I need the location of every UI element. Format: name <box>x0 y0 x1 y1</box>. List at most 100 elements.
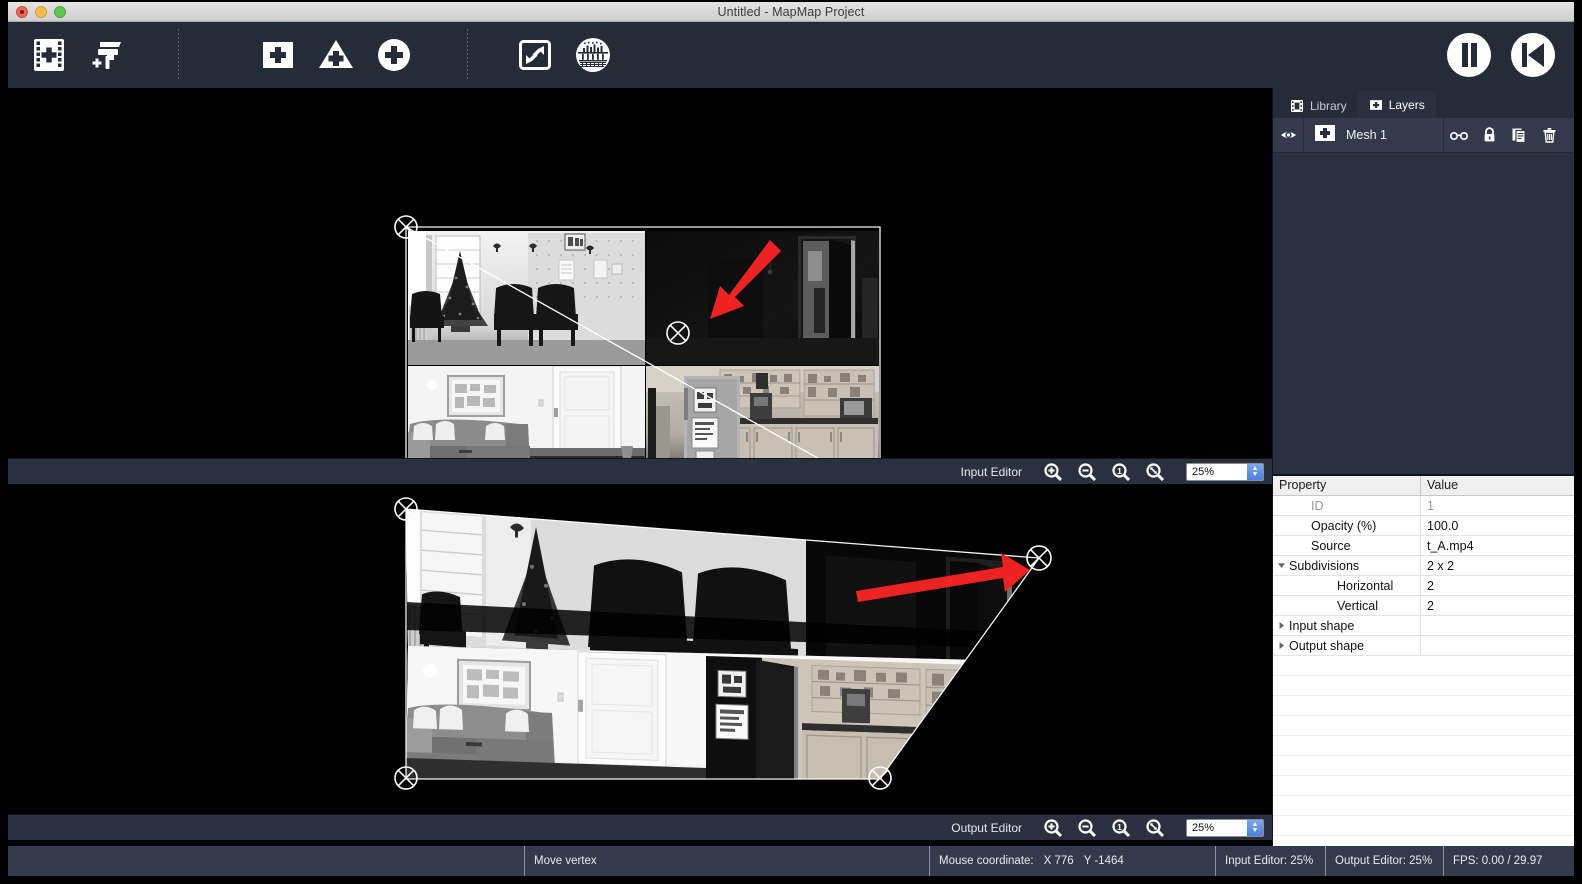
table-empty-row <box>1273 816 1574 836</box>
property-value[interactable]: 2 x 2 <box>1421 556 1574 575</box>
input-editor-label: Input Editor <box>960 464 1022 479</box>
property-table-header: Property Value <box>1273 476 1574 496</box>
input-zoom-spinbox[interactable]: 25% ▲ ▼ <box>1186 462 1264 481</box>
zoom-fit-icon[interactable] <box>1138 815 1172 841</box>
svg-text:1: 1 <box>1117 466 1122 476</box>
layer-tools <box>1444 118 1574 153</box>
pause-button[interactable] <box>1440 26 1498 84</box>
title-bar: Untitled - MapMap Project <box>8 2 1574 22</box>
input-editor-toolbar: Input Editor 1 25% ▲ ▼ <box>8 458 1272 484</box>
chevron-down-icon[interactable] <box>1273 561 1289 570</box>
film-icon <box>1290 99 1304 113</box>
duplicate-icon[interactable] <box>1504 118 1534 153</box>
status-mouse-coordinate: Mouse coordinate: X 776 Y -1464 <box>929 846 1215 876</box>
table-row[interactable]: Vertical 2 <box>1273 596 1574 616</box>
table-row[interactable]: Opacity (%) 100.0 <box>1273 516 1574 536</box>
tab-library-label: Library <box>1310 98 1347 113</box>
table-row[interactable]: Subdivisions 2 x 2 <box>1273 556 1574 576</box>
main-toolbar <box>8 22 1574 88</box>
add-triangle-button[interactable] <box>307 26 365 84</box>
test-signal-button[interactable] <box>564 26 622 84</box>
toolbar-transport <box>1440 22 1574 88</box>
table-empty-row <box>1273 796 1574 816</box>
tab-library[interactable]: Library <box>1279 93 1358 118</box>
output-editor-canvas[interactable] <box>8 484 1272 814</box>
mapmap-window: Untitled - MapMap Project Input Editor 1… <box>0 0 1582 884</box>
toolbar-separator-2 <box>467 29 468 81</box>
status-fps: FPS: 0.00 / 29.97 <box>1443 846 1574 876</box>
property-key: Opacity (%) <box>1311 518 1377 533</box>
toolbar-group-media <box>20 22 136 88</box>
input-editor-canvas[interactable] <box>8 88 1272 458</box>
value-column-header: Value <box>1427 478 1459 492</box>
table-row[interactable]: Input shape <box>1273 616 1574 636</box>
square-plus-icon <box>1369 98 1383 112</box>
right-panel: Library Layers Mesh 1 Property Value ID … <box>1272 88 1574 846</box>
table-row[interactable]: Output shape <box>1273 636 1574 656</box>
property-value[interactable]: 100.0 <box>1421 516 1574 535</box>
zoom-out-icon[interactable] <box>1070 815 1104 841</box>
toolbar-separator-1 <box>178 29 179 81</box>
window-title: Untitled - MapMap Project <box>717 4 865 19</box>
property-table: Property Value ID 1 Opacity (%) 100.0 So… <box>1273 474 1574 846</box>
table-row[interactable]: Source t_A.mp4 <box>1273 536 1574 556</box>
video-frame-q4 <box>646 366 879 458</box>
property-value[interactable]: 1 <box>1421 496 1574 515</box>
status-action: Move vertex <box>524 846 929 876</box>
svg-text:1: 1 <box>1117 822 1122 832</box>
zoom-one-to-one-icon[interactable]: 1 <box>1104 815 1138 841</box>
output-zoom-stepper[interactable]: ▲ ▼ <box>1247 819 1263 836</box>
property-key: ID <box>1311 498 1324 513</box>
tab-layers-label: Layers <box>1388 97 1425 112</box>
add-color-button[interactable] <box>78 26 136 84</box>
zoom-in-icon[interactable] <box>1036 815 1070 841</box>
table-empty-row <box>1273 736 1574 756</box>
input-zoom-stepper[interactable]: ▲ ▼ <box>1247 463 1263 480</box>
property-key: Source <box>1311 538 1351 553</box>
table-empty-row <box>1273 696 1574 716</box>
table-empty-row <box>1273 676 1574 696</box>
property-value[interactable] <box>1421 616 1574 635</box>
property-key: Vertical <box>1337 598 1378 613</box>
trash-icon[interactable] <box>1534 118 1564 153</box>
property-key: Subdivisions <box>1289 558 1360 573</box>
fullscreen-button[interactable] <box>506 26 564 84</box>
property-key: Input shape <box>1289 618 1355 633</box>
output-zoom-spinbox[interactable]: 25% ▲ ▼ <box>1186 818 1264 837</box>
add-ellipse-button[interactable] <box>365 26 423 84</box>
glasses-icon[interactable] <box>1444 118 1474 153</box>
zoom-in-icon[interactable] <box>1036 459 1070 485</box>
property-value[interactable]: 2 <box>1421 576 1574 595</box>
add-media-button[interactable] <box>20 26 78 84</box>
zoom-fit-icon[interactable] <box>1138 459 1172 485</box>
layer-name: Mesh 1 <box>1346 128 1387 142</box>
layer-row[interactable]: Mesh 1 <box>1273 117 1574 153</box>
table-row[interactable]: ID 1 <box>1273 496 1574 516</box>
table-row[interactable]: Horizontal 2 <box>1273 576 1574 596</box>
property-key: Horizontal <box>1337 578 1394 593</box>
tab-layers[interactable]: Layers <box>1357 91 1436 118</box>
toolbar-group-display <box>506 22 622 88</box>
zoom-one-to-one-icon[interactable]: 1 <box>1104 459 1138 485</box>
chevron-right-icon[interactable] <box>1273 621 1289 630</box>
mouse-coordinate-label: Mouse coordinate: <box>939 855 1034 867</box>
lock-icon[interactable] <box>1474 118 1504 153</box>
add-mesh-button[interactable] <box>249 26 307 84</box>
zoom-out-icon[interactable] <box>1070 459 1104 485</box>
property-key: Output shape <box>1289 638 1365 653</box>
eye-icon[interactable] <box>1273 128 1303 142</box>
property-value[interactable]: t_A.mp4 <box>1421 536 1574 555</box>
property-value[interactable]: 2 <box>1421 596 1574 615</box>
table-empty-row <box>1273 716 1574 736</box>
chevron-right-icon[interactable] <box>1273 641 1289 650</box>
table-empty-row <box>1273 776 1574 796</box>
layer-list-empty-area <box>1273 153 1574 474</box>
video-frame-q3 <box>408 366 645 458</box>
layer-list: Mesh 1 <box>1273 117 1574 153</box>
video-frame-q1 <box>408 231 645 365</box>
property-value[interactable] <box>1421 636 1574 655</box>
table-empty-row <box>1273 656 1574 676</box>
layer-body[interactable]: Mesh 1 <box>1304 124 1443 147</box>
rewind-button[interactable] <box>1504 26 1562 84</box>
editors-column: Input Editor 1 25% ▲ ▼ Output Editor 1 2… <box>8 88 1272 846</box>
